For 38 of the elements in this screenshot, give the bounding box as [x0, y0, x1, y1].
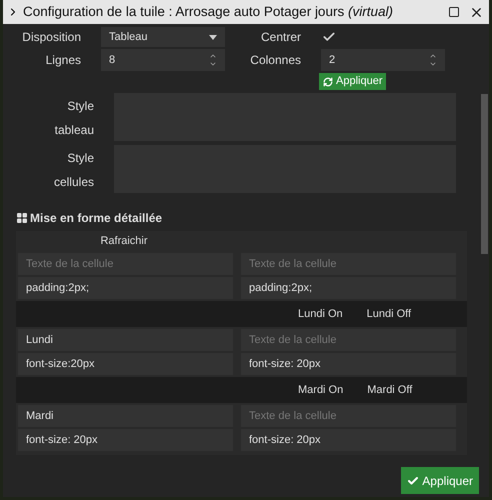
column-header: Lundi Off — [366, 306, 412, 322]
check-icon — [407, 474, 420, 486]
column-header: Lundi On — [298, 306, 343, 322]
cell-style-field[interactable]: font-size: 20px — [241, 353, 456, 375]
cell-style-field[interactable]: font-size: 20px — [241, 429, 456, 451]
cell-text-field[interactable]: Texte de la cellule — [241, 253, 456, 275]
cell-style-field[interactable]: padding:2px; — [18, 277, 233, 299]
window-title: Configuration de la tuile : Arrosage auto Potager jours (virtual) — [23, 2, 394, 21]
field-label: Style cellules — [52, 150, 94, 191]
refresh-icon — [323, 76, 333, 86]
grid-icon — [16, 212, 28, 224]
field-label: Style tableau — [54, 98, 94, 139]
dropdown-arrow-icon — [209, 34, 217, 40]
maximize-icon — [448, 6, 460, 18]
refresh-link[interactable]: Rafraichir — [100, 232, 148, 250]
field-label: Lignes — [44, 52, 81, 69]
apply-button[interactable]: Appliquer — [319, 73, 386, 90]
number-field[interactable]: 2 — [321, 49, 445, 71]
field-label: Centrer — [260, 29, 301, 46]
field-label: Colonnes — [249, 52, 301, 69]
cell-text-field[interactable]: Texte de la cellule — [18, 253, 233, 275]
cell-style-field[interactable]: font-size: 20px — [18, 429, 233, 451]
section-title: Mise en forme détaillée — [30, 210, 162, 227]
cell-style-field[interactable]: font-size:20px — [18, 353, 233, 375]
cell-style-field[interactable]: padding:2px; — [241, 277, 456, 299]
cell-text-field[interactable]: Texte de la cellule — [241, 329, 456, 351]
cell-text-field[interactable]: Texte de la cellule — [241, 405, 456, 427]
apply-button[interactable]: Appliquer — [401, 467, 479, 494]
scrollbar-thumb[interactable] — [480, 94, 488, 254]
number-field[interactable]: 8 — [101, 49, 225, 71]
cell-text-field[interactable]: Lundi — [18, 329, 233, 351]
column-header: Mardi On — [298, 382, 344, 398]
spinner-icon[interactable] — [209, 52, 217, 68]
field-label: Disposition — [21, 29, 81, 46]
cell-text-field[interactable]: Mardi — [18, 405, 233, 427]
column-header: Mardi Off — [367, 382, 412, 398]
spinner-icon[interactable] — [429, 52, 437, 68]
select-field[interactable]: Tableau — [101, 27, 225, 47]
